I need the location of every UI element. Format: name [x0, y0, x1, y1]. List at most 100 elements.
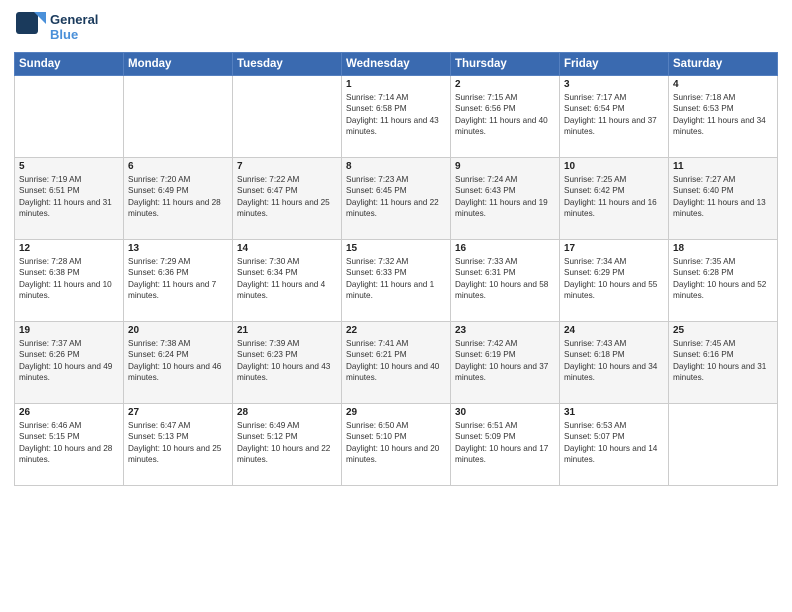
calendar-cell	[233, 76, 342, 158]
day-header-thursday: Thursday	[451, 53, 560, 76]
cell-info: Sunrise: 7:39 AM Sunset: 6:23 PM Dayligh…	[237, 338, 337, 384]
day-number: 26	[19, 407, 119, 418]
calendar-cell: 15 Sunrise: 7:32 AM Sunset: 6:33 PM Dayli…	[342, 240, 451, 322]
day-number: 22	[346, 325, 446, 336]
cell-info: Sunrise: 6:53 AM Sunset: 5:07 PM Dayligh…	[564, 420, 664, 466]
calendar-cell	[15, 76, 124, 158]
week-row-4: 26 Sunrise: 6:46 AM Sunset: 5:15 PM Dayli…	[15, 404, 778, 486]
cell-info: Sunrise: 7:29 AM Sunset: 6:36 PM Dayligh…	[128, 256, 228, 302]
calendar-cell: 8 Sunrise: 7:23 AM Sunset: 6:45 PM Daylig…	[342, 158, 451, 240]
cell-info: Sunrise: 7:34 AM Sunset: 6:29 PM Dayligh…	[564, 256, 664, 302]
header: GeneralBlue	[14, 10, 778, 46]
cell-info: Sunrise: 7:27 AM Sunset: 6:40 PM Dayligh…	[673, 174, 773, 220]
cell-info: Sunrise: 6:51 AM Sunset: 5:09 PM Dayligh…	[455, 420, 555, 466]
calendar-cell: 29 Sunrise: 6:50 AM Sunset: 5:10 PM Dayli…	[342, 404, 451, 486]
cell-info: Sunrise: 7:24 AM Sunset: 6:43 PM Dayligh…	[455, 174, 555, 220]
cell-info: Sunrise: 6:47 AM Sunset: 5:13 PM Dayligh…	[128, 420, 228, 466]
cell-info: Sunrise: 7:25 AM Sunset: 6:42 PM Dayligh…	[564, 174, 664, 220]
calendar-cell: 5 Sunrise: 7:19 AM Sunset: 6:51 PM Daylig…	[15, 158, 124, 240]
day-number: 17	[564, 243, 664, 254]
cell-info: Sunrise: 7:22 AM Sunset: 6:47 PM Dayligh…	[237, 174, 337, 220]
calendar-cell: 13 Sunrise: 7:29 AM Sunset: 6:36 PM Dayli…	[124, 240, 233, 322]
calendar-cell: 30 Sunrise: 6:51 AM Sunset: 5:09 PM Dayli…	[451, 404, 560, 486]
calendar-cell: 4 Sunrise: 7:18 AM Sunset: 6:53 PM Daylig…	[669, 76, 778, 158]
day-number: 12	[19, 243, 119, 254]
calendar-cell: 21 Sunrise: 7:39 AM Sunset: 6:23 PM Dayli…	[233, 322, 342, 404]
cell-info: Sunrise: 6:50 AM Sunset: 5:10 PM Dayligh…	[346, 420, 446, 466]
calendar-cell: 28 Sunrise: 6:49 AM Sunset: 5:12 PM Dayli…	[233, 404, 342, 486]
day-number: 16	[455, 243, 555, 254]
day-number: 4	[673, 79, 773, 90]
cell-info: Sunrise: 7:19 AM Sunset: 6:51 PM Dayligh…	[19, 174, 119, 220]
day-number: 28	[237, 407, 337, 418]
cell-info: Sunrise: 7:15 AM Sunset: 6:56 PM Dayligh…	[455, 92, 555, 138]
logo-blue: Blue	[50, 28, 98, 43]
calendar-header-row: SundayMondayTuesdayWednesdayThursdayFrid…	[15, 53, 778, 76]
cell-info: Sunrise: 6:46 AM Sunset: 5:15 PM Dayligh…	[19, 420, 119, 466]
calendar-cell: 1 Sunrise: 7:14 AM Sunset: 6:58 PM Daylig…	[342, 76, 451, 158]
cell-info: Sunrise: 7:45 AM Sunset: 6:16 PM Dayligh…	[673, 338, 773, 384]
cell-info: Sunrise: 7:42 AM Sunset: 6:19 PM Dayligh…	[455, 338, 555, 384]
day-number: 6	[128, 161, 228, 172]
calendar-cell: 16 Sunrise: 7:33 AM Sunset: 6:31 PM Dayli…	[451, 240, 560, 322]
calendar-cell: 3Sunrise: 7:17 AM Sunset: 6:54 PM Daylig…	[560, 76, 669, 158]
cell-info: Sunrise: 7:28 AM Sunset: 6:38 PM Dayligh…	[19, 256, 119, 302]
day-header-monday: Monday	[124, 53, 233, 76]
cell-info: Sunrise: 7:18 AM Sunset: 6:53 PM Dayligh…	[673, 92, 773, 138]
day-number: 19	[19, 325, 119, 336]
day-number: 5	[19, 161, 119, 172]
calendar-cell: 27 Sunrise: 6:47 AM Sunset: 5:13 PM Dayli…	[124, 404, 233, 486]
logo-svg-icon	[14, 10, 50, 46]
calendar-cell: 2 Sunrise: 7:15 AM Sunset: 6:56 PM Daylig…	[451, 76, 560, 158]
cell-info: Sunrise: 7:30 AM Sunset: 6:34 PM Dayligh…	[237, 256, 337, 302]
day-number: 25	[673, 325, 773, 336]
calendar-cell	[124, 76, 233, 158]
calendar-cell: 14 Sunrise: 7:30 AM Sunset: 6:34 PM Dayli…	[233, 240, 342, 322]
day-number: 31	[564, 407, 664, 418]
calendar-cell: 10Sunrise: 7:25 AM Sunset: 6:42 PM Dayli…	[560, 158, 669, 240]
day-number: 15	[346, 243, 446, 254]
calendar-cell: 31 Sunrise: 6:53 AM Sunset: 5:07 PM Dayli…	[560, 404, 669, 486]
cell-info: Sunrise: 7:14 AM Sunset: 6:58 PM Dayligh…	[346, 92, 446, 138]
week-row-1: 5 Sunrise: 7:19 AM Sunset: 6:51 PM Daylig…	[15, 158, 778, 240]
cell-info: Sunrise: 7:35 AM Sunset: 6:28 PM Dayligh…	[673, 256, 773, 302]
day-number: 13	[128, 243, 228, 254]
page: GeneralBlue SundayMondayTuesdayWednesday…	[0, 0, 792, 612]
calendar-cell: 20Sunrise: 7:38 AM Sunset: 6:24 PM Dayli…	[124, 322, 233, 404]
logo: GeneralBlue	[14, 10, 98, 46]
day-number: 8	[346, 161, 446, 172]
day-number: 2	[455, 79, 555, 90]
day-number: 27	[128, 407, 228, 418]
cell-info: Sunrise: 7:20 AM Sunset: 6:49 PM Dayligh…	[128, 174, 228, 220]
week-row-3: 19Sunrise: 7:37 AM Sunset: 6:26 PM Dayli…	[15, 322, 778, 404]
day-header-sunday: Sunday	[15, 53, 124, 76]
cell-info: Sunrise: 7:32 AM Sunset: 6:33 PM Dayligh…	[346, 256, 446, 302]
calendar-cell: 6 Sunrise: 7:20 AM Sunset: 6:49 PM Daylig…	[124, 158, 233, 240]
week-row-2: 12 Sunrise: 7:28 AM Sunset: 6:38 PM Dayli…	[15, 240, 778, 322]
day-number: 7	[237, 161, 337, 172]
day-header-wednesday: Wednesday	[342, 53, 451, 76]
day-number: 3	[564, 79, 664, 90]
cell-info: Sunrise: 7:41 AM Sunset: 6:21 PM Dayligh…	[346, 338, 446, 384]
calendar-cell: 11 Sunrise: 7:27 AM Sunset: 6:40 PM Dayli…	[669, 158, 778, 240]
calendar-cell: 9 Sunrise: 7:24 AM Sunset: 6:43 PM Daylig…	[451, 158, 560, 240]
calendar-cell: 26 Sunrise: 6:46 AM Sunset: 5:15 PM Dayli…	[15, 404, 124, 486]
day-number: 30	[455, 407, 555, 418]
calendar-cell: 17 Sunrise: 7:34 AM Sunset: 6:29 PM Dayli…	[560, 240, 669, 322]
calendar-cell: 22 Sunrise: 7:41 AM Sunset: 6:21 PM Dayli…	[342, 322, 451, 404]
cell-info: Sunrise: 7:23 AM Sunset: 6:45 PM Dayligh…	[346, 174, 446, 220]
cell-info: Sunrise: 6:49 AM Sunset: 5:12 PM Dayligh…	[237, 420, 337, 466]
day-number: 9	[455, 161, 555, 172]
day-number: 29	[346, 407, 446, 418]
cell-info: Sunrise: 7:43 AM Sunset: 6:18 PM Dayligh…	[564, 338, 664, 384]
day-number: 21	[237, 325, 337, 336]
day-header-tuesday: Tuesday	[233, 53, 342, 76]
day-number: 18	[673, 243, 773, 254]
day-header-saturday: Saturday	[669, 53, 778, 76]
day-number: 1	[346, 79, 446, 90]
day-number: 11	[673, 161, 773, 172]
calendar-cell: 24Sunrise: 7:43 AM Sunset: 6:18 PM Dayli…	[560, 322, 669, 404]
logo-general: General	[50, 13, 98, 28]
day-number: 14	[237, 243, 337, 254]
cell-info: Sunrise: 7:33 AM Sunset: 6:31 PM Dayligh…	[455, 256, 555, 302]
